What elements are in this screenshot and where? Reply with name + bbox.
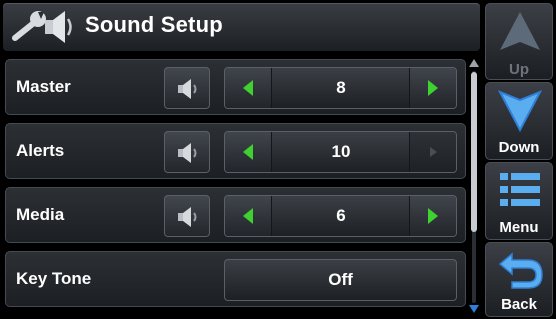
- menu-list-icon: [500, 173, 540, 206]
- sound-setup-screen: Sound Setup Master 8 Alerts 10 Media 6 K…: [0, 0, 556, 319]
- speaker-icon: [178, 143, 197, 163]
- page-title: Sound Setup: [85, 12, 223, 37]
- row-label: Alerts: [16, 141, 65, 160]
- arrow-right-icon: [428, 80, 438, 96]
- wrench-speaker-icon: [12, 11, 72, 43]
- master-decrease-button[interactable]: [225, 68, 272, 108]
- scroll-down-arrow-icon: [469, 305, 479, 313]
- alerts-speaker-button[interactable]: [164, 131, 210, 173]
- master-speaker-button[interactable]: [164, 67, 210, 109]
- media-speaker-button[interactable]: [164, 195, 210, 237]
- row-label: Master: [16, 77, 71, 96]
- media-value: 6: [272, 196, 410, 236]
- arrow-down-icon: [498, 90, 542, 132]
- up-button[interactable]: Up: [485, 3, 553, 80]
- alerts-value: 10: [272, 132, 410, 172]
- back-arrow-icon: [498, 252, 543, 289]
- master-increase-button[interactable]: [409, 68, 456, 108]
- row-alerts: Alerts 10: [5, 123, 466, 179]
- row-key-tone: Key Tone Off: [5, 251, 466, 307]
- arrow-up-icon: [500, 12, 540, 50]
- alerts-increase-button[interactable]: [409, 132, 456, 172]
- key-tone-toggle-button[interactable]: Off: [224, 259, 457, 301]
- master-value: 8: [272, 68, 410, 108]
- row-master: Master 8: [5, 59, 466, 115]
- arrow-left-icon: [243, 144, 253, 160]
- down-label: Down: [498, 139, 540, 156]
- title-bar: Sound Setup: [3, 3, 480, 51]
- back-label: Back: [501, 296, 537, 313]
- back-button[interactable]: Back: [485, 242, 553, 317]
- arrow-left-icon: [243, 80, 253, 96]
- scrollbar[interactable]: [467, 58, 482, 316]
- row-label: Media: [16, 205, 65, 224]
- row-label: Key Tone: [16, 269, 92, 288]
- scroll-thumb[interactable]: [471, 72, 477, 232]
- arrow-left-icon: [243, 208, 253, 224]
- menu-label: Menu: [499, 219, 539, 236]
- media-decrease-button[interactable]: [225, 196, 272, 236]
- media-increase-button[interactable]: [409, 196, 456, 236]
- up-label: Up: [509, 61, 529, 78]
- master-stepper: 8: [224, 67, 457, 109]
- row-media: Media 6: [5, 187, 466, 243]
- down-button[interactable]: Down: [485, 82, 553, 160]
- alerts-stepper: 10: [224, 131, 457, 173]
- speaker-icon: [178, 79, 197, 99]
- scroll-up-arrow-icon: [469, 59, 479, 67]
- media-stepper: 6: [224, 195, 457, 237]
- speaker-icon: [178, 207, 197, 227]
- menu-button[interactable]: Menu: [485, 162, 553, 240]
- arrow-right-icon: [428, 208, 438, 224]
- arrow-right-icon: [430, 147, 437, 157]
- alerts-decrease-button[interactable]: [225, 132, 272, 172]
